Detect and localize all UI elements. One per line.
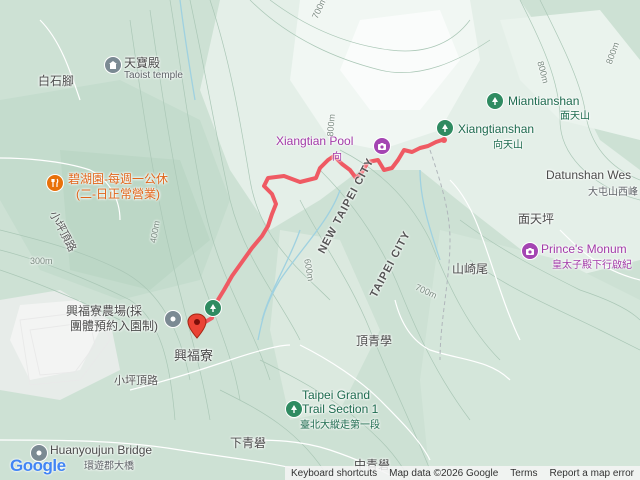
huanyoujun-sublabel: 環遊郡大橋: [84, 461, 134, 472]
miantianshan-sublabel: 面天山: [560, 111, 590, 122]
farm-label-line2: 團體預約入園制): [70, 319, 158, 333]
camera-icon[interactable]: [373, 137, 391, 155]
grand-trail-label[interactable]: Taipei Grand: [302, 388, 370, 402]
temple-icon[interactable]: [104, 56, 122, 74]
google-logo-text: Google: [10, 456, 66, 475]
datunshan-label[interactable]: Datunshan Wes: [546, 168, 631, 182]
princes-monument-label[interactable]: Prince's Monum: [541, 242, 627, 256]
tree-icon[interactable]: [436, 119, 454, 137]
huanyoujun-label[interactable]: Huanyoujun Bridge: [50, 443, 152, 457]
xiangtian-pool-label[interactable]: Xiangtian Pool: [276, 134, 353, 148]
map-data-text: Map data ©2026 Google: [389, 467, 499, 479]
miantianping-label: 面天坪: [518, 212, 555, 226]
restaurant-label[interactable]: 碧湖園-每週一公休: [68, 172, 168, 187]
xiangtianshan-label[interactable]: Xiangtianshan: [458, 122, 534, 136]
restaurant-label-line2: (二-日正常營業): [76, 187, 160, 201]
tree-icon[interactable]: [486, 92, 504, 110]
tree-icon[interactable]: [204, 299, 222, 317]
datunshan-sublabel: 大屯山西峰: [588, 187, 638, 198]
xiangtian-pool-sublabel: 向: [332, 152, 342, 163]
temple-sublabel: Taoist temple: [124, 70, 183, 81]
grand-trail-sublabel: 臺北大縱走第一段: [300, 420, 380, 431]
google-logo[interactable]: Google: [10, 456, 66, 476]
terms-link[interactable]: Terms: [504, 468, 543, 479]
camera-icon[interactable]: [521, 242, 539, 260]
xiangtianshan-sublabel: 向天山: [493, 140, 523, 151]
miantianshan-label[interactable]: Miantianshan: [508, 94, 579, 108]
grand-trail-label-line2: Trail Section 1: [302, 402, 379, 416]
temple-label[interactable]: 天寶殿: [124, 54, 160, 71]
road-label: 小坪頂路: [114, 375, 158, 387]
location-pin-icon[interactable]: [164, 310, 182, 328]
end-marker: [441, 137, 447, 143]
map-canvas[interactable]: 白石腳 天寶殿 Taoist temple 碧湖園-每週一公休 (二-日正常營業…: [0, 0, 640, 480]
report-error-link[interactable]: Report a map error: [544, 468, 640, 479]
xingfuliao-label: 興福寮: [174, 348, 214, 363]
xiaqingxue-label: 下青礐: [230, 436, 267, 450]
fork-knife-icon[interactable]: [46, 174, 64, 192]
place-label: 白石腳: [38, 74, 75, 88]
princes-monument-sublabel: 皇太子殿下行啟紀: [552, 260, 632, 271]
contour-label: 800m: [325, 113, 337, 137]
dingqingxue-label: 頂青學: [356, 334, 393, 348]
attribution-bar: Keyboard shortcuts Map data ©2026 Google…: [284, 466, 640, 480]
keyboard-shortcuts-link[interactable]: Keyboard shortcuts: [285, 468, 383, 479]
shanqiwei-label: 山崎尾: [452, 262, 489, 276]
contour-label: 300m: [30, 256, 53, 266]
